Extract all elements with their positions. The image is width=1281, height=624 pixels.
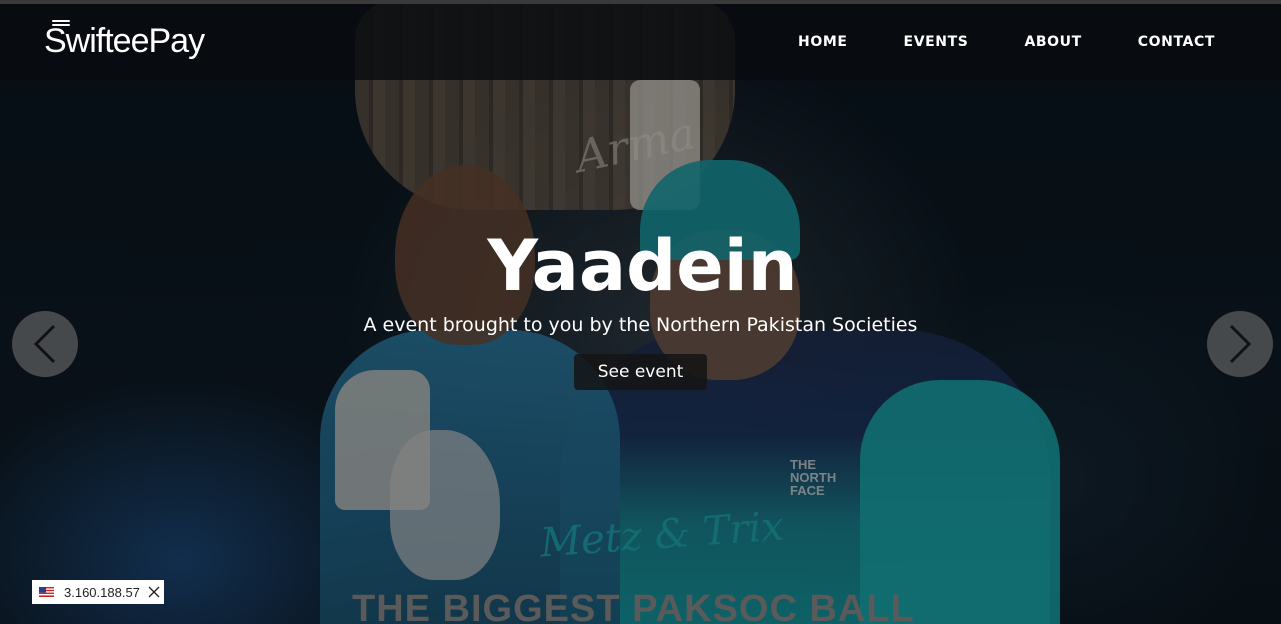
nav-events-link[interactable]: EVENTS bbox=[904, 34, 969, 50]
brand-logo[interactable]: SwifteePay bbox=[44, 22, 205, 61]
ip-address-badge: 3.160.188.57 bbox=[32, 580, 164, 604]
event-title: Yaadein bbox=[487, 225, 798, 307]
us-flag-icon bbox=[39, 587, 54, 597]
see-event-button[interactable]: See event bbox=[573, 354, 708, 390]
carousel-prev-button[interactable] bbox=[12, 311, 78, 377]
close-icon[interactable] bbox=[148, 586, 160, 598]
nav-home-link[interactable]: HOME bbox=[798, 34, 848, 50]
main-nav: HOME EVENTS ABOUT CONTACT bbox=[798, 34, 1215, 50]
chevron-right-icon bbox=[1229, 324, 1252, 364]
hero-caption: Yaadein A event brought to you by the No… bbox=[0, 220, 1281, 390]
nav-contact-link[interactable]: CONTACT bbox=[1138, 34, 1215, 50]
event-subtitle: A event brought to you by the Northern P… bbox=[363, 314, 918, 336]
window-top-border bbox=[0, 0, 1281, 4]
navbar: SwifteePay HOME EVENTS ABOUT CONTACT bbox=[0, 4, 1281, 80]
chevron-left-icon bbox=[33, 324, 56, 364]
ip-address-text: 3.160.188.57 bbox=[64, 584, 140, 600]
carousel-next-button[interactable] bbox=[1207, 311, 1273, 377]
nav-about-link[interactable]: ABOUT bbox=[1024, 34, 1081, 50]
